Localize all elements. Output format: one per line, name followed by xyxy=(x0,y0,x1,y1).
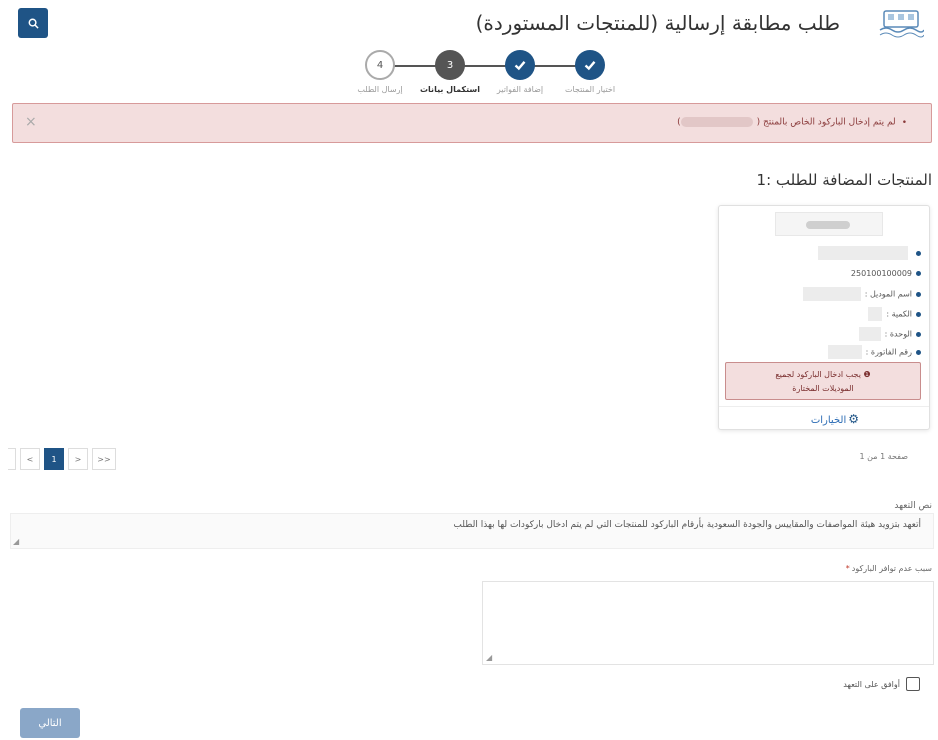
pledge-text: أتعهد بتزويد هيئة المواصفات والمقاييس وا… xyxy=(453,520,921,530)
page: طلب مطابقة إرسالية (للمنتجات المستوردة) … xyxy=(0,0,938,740)
search-button[interactable] xyxy=(18,8,48,38)
redacted-text xyxy=(827,345,862,359)
divider xyxy=(719,406,929,407)
pagination-next[interactable]: > xyxy=(68,448,88,470)
redacted-text xyxy=(802,287,861,301)
required-mark: * xyxy=(845,564,850,573)
alert-message: •لم يتم إدخال الباركود الخاص بالمنتج () xyxy=(677,117,907,128)
reason-label: سبب عدم توافر الباركود* xyxy=(845,564,932,573)
step-label: إرسال الطلب xyxy=(357,85,403,94)
card-row-quantity: الكمية : xyxy=(868,307,921,321)
pagination-first-partial[interactable] xyxy=(8,448,16,470)
progress-stepper: اختيار المنتجات إضافة الفواتير 3 استكمال… xyxy=(330,50,620,100)
pagination-prev[interactable]: < xyxy=(20,448,40,470)
agree-label: أوافق على التعهد xyxy=(843,679,900,689)
bullet-icon xyxy=(916,311,921,317)
agree-checkbox-row[interactable]: أوافق على التعهد xyxy=(843,677,920,691)
card-row-product-name xyxy=(818,246,921,260)
card-row-unit: الوحدة : xyxy=(858,327,921,341)
bullet-icon: • xyxy=(901,117,907,128)
redacted-text xyxy=(858,327,881,341)
close-icon[interactable]: × xyxy=(25,114,37,130)
redacted-text xyxy=(680,117,753,127)
card-row-barcode: 250100100009 xyxy=(851,267,921,281)
options-button[interactable]: ⚙الخيارات xyxy=(811,412,859,426)
bullet-icon xyxy=(916,250,921,256)
header: طلب مطابقة إرسالية (للمنتجات المستوردة) xyxy=(12,6,932,40)
pagination: < 1 > >> xyxy=(8,448,120,470)
page-title: طلب مطابقة إرسالية (للمنتجات المستوردة) xyxy=(475,11,840,35)
card-row-model-name: اسم الموديل : xyxy=(802,287,921,301)
step-select-products[interactable]: اختيار المنتجات xyxy=(560,50,620,94)
step-label: إضافة الفواتير xyxy=(496,85,544,94)
error-alert: •لم يتم إدخال الباركود الخاص بالمنتج () … xyxy=(12,103,932,143)
pagination-page-1[interactable]: 1 xyxy=(44,448,64,470)
product-image-placeholder xyxy=(775,212,883,236)
step-add-invoices[interactable]: إضافة الفواتير xyxy=(490,50,550,94)
resize-handle[interactable]: ◢ xyxy=(486,653,492,662)
redacted-text xyxy=(868,307,883,321)
pledge-label: نص التعهد xyxy=(894,501,932,511)
products-heading: المنتجات المضافة للطلب :1 xyxy=(756,171,932,189)
step-number: 3 xyxy=(435,50,465,80)
redacted-text xyxy=(818,246,908,260)
pledge-textarea: أتعهد بتزويد هيئة المواصفات والمقاييس وا… xyxy=(10,513,934,549)
error-icon: ❶ xyxy=(863,370,871,379)
step-check-icon xyxy=(505,50,535,80)
step-number: 4 xyxy=(365,50,395,80)
ministry-logo-icon xyxy=(879,10,924,38)
step-send-request[interactable]: 4 إرسال الطلب xyxy=(350,50,410,94)
bullet-icon xyxy=(916,271,921,276)
step-label: اختيار المنتجات xyxy=(564,85,616,94)
pagination-last[interactable]: >> xyxy=(92,448,116,470)
step-label: استكمال بيانات xyxy=(420,85,480,94)
product-card: 250100100009 اسم الموديل : الكمية : الوح… xyxy=(718,205,930,430)
step-complete-data[interactable]: 3 استكمال بيانات xyxy=(420,50,480,94)
card-row-invoice: رقم الفاتورة : xyxy=(827,345,921,359)
step-check-icon xyxy=(575,50,605,80)
next-button[interactable]: التالي xyxy=(20,708,80,738)
bullet-icon xyxy=(916,331,921,337)
bullet-icon xyxy=(916,349,921,355)
page-info: صفحة 1 من 1 xyxy=(859,452,909,461)
agree-checkbox[interactable] xyxy=(906,677,920,691)
search-icon xyxy=(28,18,39,29)
resize-handle[interactable]: ◢ xyxy=(13,537,19,546)
barcode-required-error: ❶ يجب ادخال الباركود لجميع الموديلات الم… xyxy=(725,362,921,400)
bullet-icon xyxy=(916,291,921,297)
reason-textarea[interactable] xyxy=(482,581,934,665)
gears-icon: ⚙ xyxy=(848,412,859,426)
